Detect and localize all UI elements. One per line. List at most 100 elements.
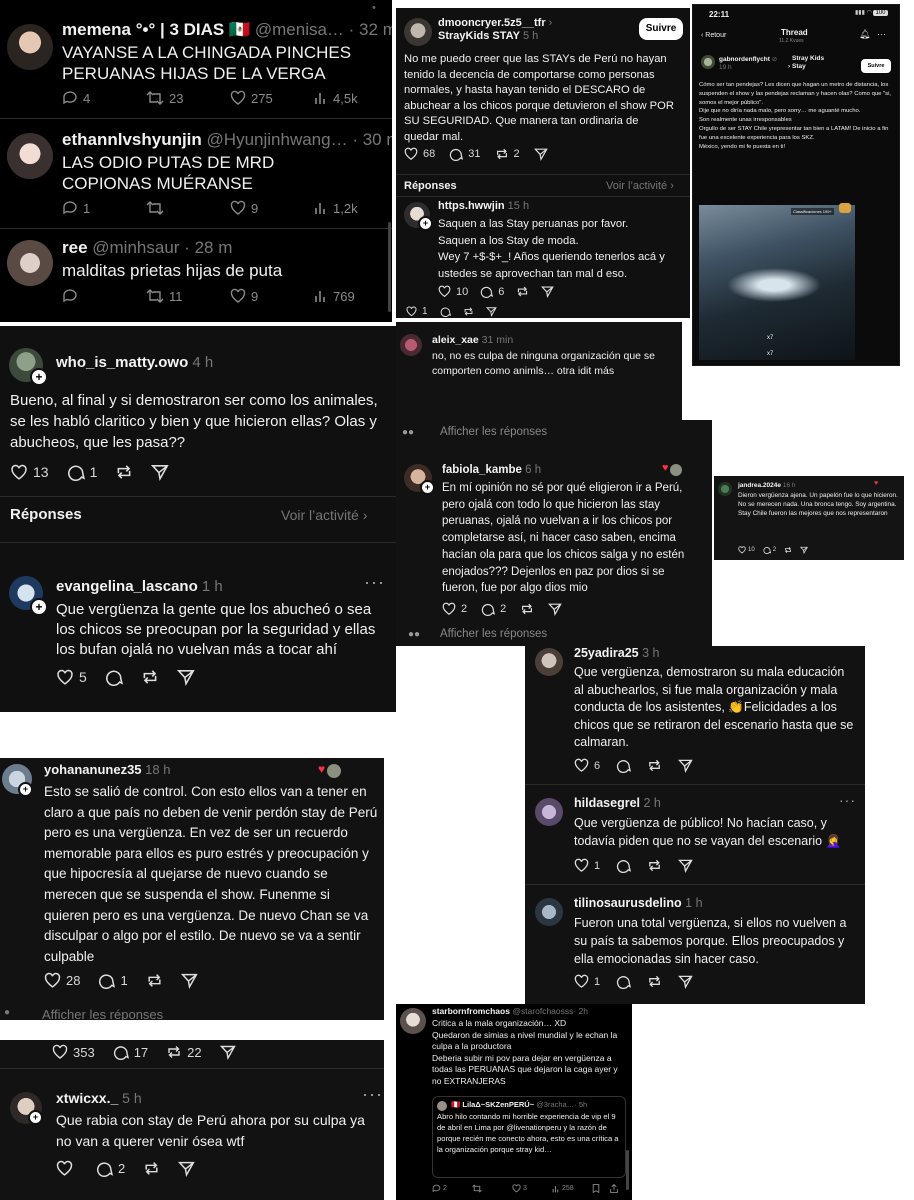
username[interactable]: evangelina_lascano <box>56 578 198 595</box>
username[interactable]: yohananunez35 <box>44 762 142 777</box>
retweet-button[interactable]: 23 <box>146 90 212 106</box>
avatar[interactable] <box>718 482 732 496</box>
repost-button[interactable] <box>516 285 529 298</box>
like-button[interactable]: 1 <box>574 858 600 873</box>
avatar[interactable] <box>535 798 563 826</box>
reply-button[interactable]: 1 <box>62 200 128 216</box>
username[interactable]: aleix_xae <box>432 334 479 346</box>
follow-button[interactable]: Suivre <box>861 59 891 73</box>
like-button[interactable]: 275 <box>230 90 296 106</box>
avatar[interactable] <box>7 240 53 286</box>
like-button[interactable]: 68 <box>404 147 435 161</box>
repost-button[interactable] <box>784 546 792 554</box>
repost-button[interactable] <box>146 972 163 989</box>
share-button[interactable] <box>219 1044 236 1060</box>
like-button[interactable]: 5 <box>56 669 87 686</box>
bookmark-icon[interactable] <box>592 1184 600 1193</box>
reply-button[interactable] <box>616 858 632 873</box>
show-replies-link[interactable]: Afficher les réponses <box>440 426 547 438</box>
share-button[interactable] <box>541 285 555 298</box>
avatar[interactable] <box>7 24 53 70</box>
follow-plus-icon[interactable]: + <box>30 598 48 616</box>
username[interactable]: 25yadira25 <box>574 646 639 660</box>
reply-button[interactable]: 4 <box>62 90 128 106</box>
like-button[interactable]: 2 <box>442 602 467 616</box>
like-button[interactable]: 13 <box>10 464 49 481</box>
reply-button[interactable] <box>616 758 632 773</box>
share-button[interactable] <box>548 602 562 616</box>
view-activity-link[interactable]: Voir l’activité › <box>281 507 367 523</box>
share-button[interactable] <box>178 1160 195 1177</box>
share-button[interactable] <box>800 546 808 554</box>
repost-button[interactable] <box>143 1160 160 1177</box>
share-button[interactable] <box>533 147 548 161</box>
like-button[interactable]: 353 <box>52 1044 95 1060</box>
share-button[interactable] <box>176 668 195 686</box>
tweet-author[interactable]: ethannlvshyunjin @Hyunjinhwang… · 30 m <box>62 130 392 150</box>
avatar[interactable] <box>535 648 563 676</box>
video-thumbnail[interactable]: Classificaciones 199+ x7 x7 <box>699 205 855 360</box>
like-button[interactable]: 10 <box>438 285 468 298</box>
like-button[interactable]: 9 <box>230 288 296 304</box>
username[interactable]: gabnordenflycht <box>719 56 770 63</box>
back-button[interactable]: ‹ Retour <box>701 32 726 39</box>
more-menu[interactable]: • <box>372 2 377 14</box>
tweet-author[interactable]: starbornfromchaos @starofchaosss· 2h <box>432 1006 588 1016</box>
share-icon[interactable] <box>610 1184 618 1193</box>
like-button[interactable]: 3 <box>512 1184 552 1193</box>
views-button[interactable]: 769 <box>314 289 376 304</box>
follow-plus-icon[interactable]: + <box>420 480 435 495</box>
community-name[interactable]: StrayKids STAY <box>438 30 520 42</box>
show-replies-link[interactable]: Afficher les réponses <box>42 1007 163 1020</box>
reply-button[interactable] <box>616 974 632 989</box>
share-button[interactable] <box>678 758 693 773</box>
scrollbar[interactable] <box>388 222 391 312</box>
repost-button[interactable]: 2 <box>495 147 520 161</box>
reply-button[interactable] <box>440 306 451 317</box>
more-menu[interactable]: ··· <box>839 792 856 808</box>
reply-button[interactable] <box>62 288 128 304</box>
show-replies-link[interactable]: Afficher les réponses <box>440 628 547 640</box>
repost-button[interactable] <box>463 306 474 317</box>
tweet-author[interactable]: memena °•° | 3 DIAS 🇲🇽 @menisa… · 32 m <box>62 20 392 40</box>
username[interactable]: who_is_matty.owo <box>56 354 188 371</box>
retweet-button[interactable]: 11 <box>146 288 212 304</box>
avatar[interactable] <box>400 334 422 356</box>
like-button[interactable]: 1 <box>406 306 428 317</box>
username[interactable]: xtwicxx._ <box>56 1090 118 1106</box>
tweet-author[interactable]: ree @minhsaur · 28 m <box>62 238 232 258</box>
repost-button[interactable] <box>647 974 662 989</box>
avatar[interactable] <box>404 18 432 46</box>
like-button[interactable]: 10 <box>738 546 755 554</box>
retweet-button[interactable] <box>146 200 212 216</box>
reply-button[interactable]: 31 <box>449 147 481 161</box>
more-menu[interactable]: ··· <box>364 572 385 593</box>
quoted-tweet[interactable]: 🇵🇪 LilaΔ~SKZenPERÚ~ @3racha…· 5h Abro hi… <box>432 1096 626 1178</box>
share-button[interactable] <box>180 972 198 989</box>
username[interactable]: fabiola_kambe <box>442 464 522 476</box>
view-activity-link[interactable]: Voir l’activité › <box>606 180 674 192</box>
share-button[interactable] <box>151 463 170 481</box>
bell-icon[interactable]: 🔔︎ <box>859 29 870 40</box>
avatar[interactable] <box>7 133 53 179</box>
reply-button[interactable] <box>105 668 123 686</box>
avatar[interactable] <box>400 1008 426 1034</box>
reply-button[interactable]: 17 <box>113 1044 148 1060</box>
reply-button[interactable]: 2 <box>432 1184 472 1193</box>
username[interactable]: https.hwwjin <box>438 200 505 212</box>
avatar[interactable] <box>535 898 563 926</box>
like-button[interactable]: 28 <box>44 972 80 989</box>
repost-button[interactable] <box>647 858 662 873</box>
follow-plus-icon[interactable]: + <box>18 782 33 797</box>
follow-plus-icon[interactable]: + <box>418 216 433 231</box>
like-button[interactable]: 6 <box>574 758 600 773</box>
scrollbar[interactable] <box>626 1150 629 1190</box>
repost-button[interactable]: 22 <box>166 1044 202 1060</box>
more-icon[interactable]: ··· <box>877 29 886 39</box>
views-button[interactable]: 258 <box>552 1185 592 1193</box>
reply-button[interactable]: 1 <box>67 463 97 481</box>
username[interactable]: tilinosaurusdelino <box>574 896 682 910</box>
follow-button[interactable]: Suivre <box>639 18 683 40</box>
reply-button[interactable]: 2 <box>481 602 506 616</box>
repost-button[interactable] <box>520 602 534 616</box>
